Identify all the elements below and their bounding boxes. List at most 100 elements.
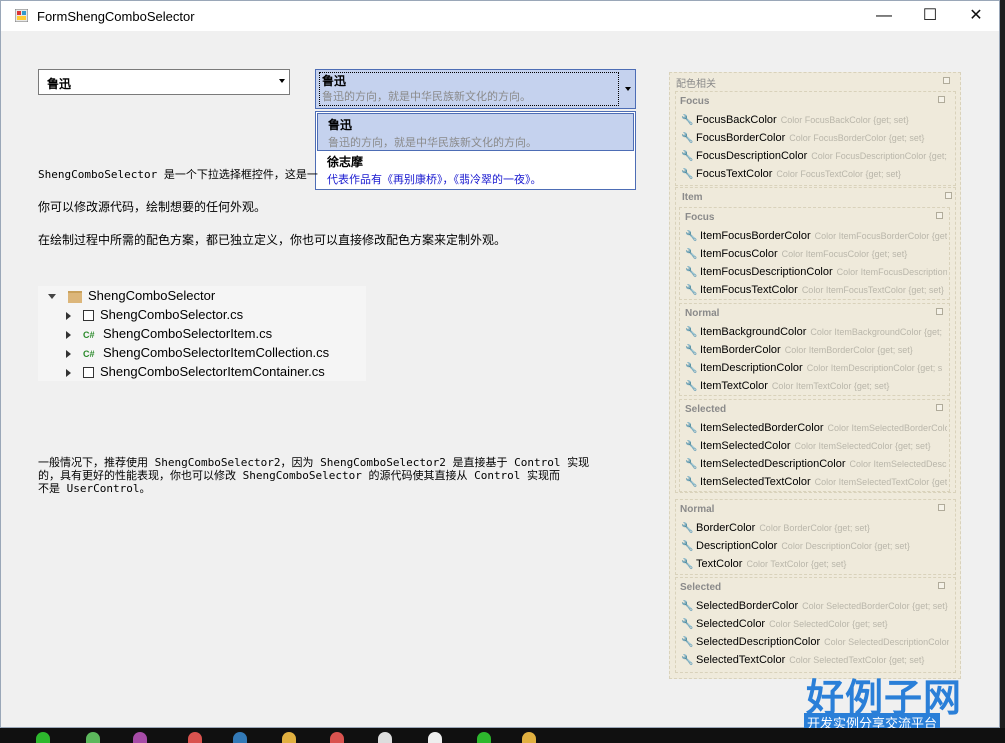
combo-selector-rich[interactable]: 鲁迅 鲁迅的方向，就是中华民族新文化的方向。 <box>315 69 636 109</box>
property-row[interactable]: 🔧 ItemFocusDescriptionColor Color ItemFocu… <box>685 266 947 278</box>
property-name: ItemFocusTextColor <box>700 284 798 296</box>
close-button[interactable]: ✕ <box>953 1 999 31</box>
taskbar-app-icon[interactable] <box>36 732 50 743</box>
collapse-icon[interactable] <box>936 308 943 315</box>
property-description: Color ItemBorderColor {get; set} <box>784 345 913 355</box>
collapse-icon[interactable] <box>936 404 943 411</box>
tree-item[interactable]: C# ShengComboSelectorItem.cs <box>66 326 272 345</box>
property-row[interactable]: 🔧 ItemFocusColor Color ItemFocusColor {get… <box>685 248 947 260</box>
property-row[interactable]: 🔧 SelectedDescriptionColor Color SelectedD… <box>681 636 949 648</box>
title-bar[interactable]: FormShengComboSelector — ☐ ✕ <box>1 1 999 31</box>
property-description: Color ItemFocusTextColor {get; set} <box>801 285 944 295</box>
tree-item[interactable]: ShengComboSelectorItemContainer.cs <box>66 364 325 383</box>
property-row[interactable]: 🔧 FocusBackColor Color FocusBackColor {get… <box>681 114 949 126</box>
tree-root[interactable]: ShengComboSelector <box>48 288 215 307</box>
property-row[interactable]: 🔧 ItemBorderColor Color ItemBorderColor {g… <box>685 344 947 356</box>
collapse-arrow-icon[interactable] <box>66 368 71 377</box>
csharp-icon: C# <box>83 348 95 359</box>
window-title: FormShengComboSelector <box>37 9 195 24</box>
property-row[interactable]: 🔧 ItemFocusBorderColor Color ItemFocusBord… <box>685 230 947 242</box>
collapse-icon[interactable] <box>938 504 945 511</box>
property-description: Color ItemFocusColor {get; set} <box>781 249 908 259</box>
property-name: TextColor <box>696 558 743 570</box>
property-name: BorderColor <box>696 522 756 534</box>
tree-root-label: ShengComboSelector <box>88 288 216 303</box>
taskbar-app-icon[interactable] <box>477 732 491 743</box>
property-name: FocusBackColor <box>696 114 777 126</box>
taskbar-app-icon[interactable] <box>133 732 147 743</box>
tree-item[interactable]: C# ShengComboSelectorItemCollection.cs <box>66 345 329 364</box>
property-row[interactable]: 🔧 SelectedColor Color SelectedColor {get; … <box>681 618 949 630</box>
minimize-button[interactable]: — <box>861 1 907 31</box>
taskbar-app-icon[interactable] <box>522 732 536 743</box>
category-title: Item <box>682 192 703 203</box>
folder-icon <box>68 290 82 303</box>
property-row[interactable]: 🔧 SelectedBorderColor Color SelectedBorder… <box>681 600 949 612</box>
wrench-icon: 🔧 <box>681 655 694 666</box>
color-scheme-text: 在绘制过程中所需的配色方案，都已独立定义，你也可以直接修改配色方案来定制外观。 <box>38 233 507 247</box>
taskbar-app-icon[interactable] <box>330 732 344 743</box>
property-row[interactable]: 🔧 ItemBackgroundColor Color ItemBackground… <box>685 326 947 338</box>
collapse-arrow-icon[interactable] <box>66 349 71 358</box>
property-name: SelectedBorderColor <box>696 600 799 612</box>
property-description: Color ItemSelectedTextColor {get; <box>814 477 947 487</box>
property-name: ItemFocusBorderColor <box>700 230 811 242</box>
property-row[interactable]: 🔧 BorderColor Color BorderColor {get; set} <box>681 522 949 534</box>
collapse-arrow-icon[interactable] <box>66 330 71 339</box>
collapse-icon[interactable] <box>938 582 945 589</box>
combo-title: 鲁迅 <box>322 74 347 88</box>
property-row[interactable]: 🔧 ItemTextColor Color ItemTextColor {get; … <box>685 380 947 392</box>
taskbar-app-icon[interactable] <box>86 732 100 743</box>
collapse-arrow-icon[interactable] <box>66 311 71 320</box>
property-row[interactable]: 🔧 ItemSelectedBorderColor Color ItemSelect… <box>685 422 947 434</box>
component-icon <box>83 367 94 379</box>
property-row[interactable]: 🔧 TextColor Color TextColor {get; set} <box>681 558 949 570</box>
taskbar-app-icon[interactable] <box>233 732 247 743</box>
chevron-down-icon[interactable] <box>279 79 285 83</box>
taskbar-app-icon[interactable] <box>282 732 296 743</box>
intro-text: ShengComboSelector 是一个下拉选择框控件，这是一 <box>38 168 318 181</box>
expand-arrow-icon[interactable] <box>48 294 56 300</box>
tree-item[interactable]: ShengComboSelector.cs <box>66 307 243 326</box>
collapse-icon[interactable] <box>943 77 950 84</box>
category-title: Selected <box>685 404 727 415</box>
property-row[interactable]: 🔧 SelectedTextColor Color SelectedTextColo… <box>681 654 949 666</box>
property-row[interactable]: 🔧 FocusTextColor Color FocusTextColor {get… <box>681 168 949 180</box>
tree-item-label: ShengComboSelectorItem.cs <box>103 326 273 341</box>
property-row[interactable]: 🔧 ItemSelectedTextColor Color ItemSelected… <box>685 476 947 488</box>
tree-item-label: ShengComboSelectorItemContainer.cs <box>100 364 325 379</box>
collapse-icon[interactable] <box>938 96 945 103</box>
wrench-icon: 🔧 <box>681 133 694 144</box>
taskbar-app-icon[interactable] <box>428 732 442 743</box>
collapse-icon[interactable] <box>945 192 952 199</box>
wrench-icon: 🔧 <box>685 459 698 470</box>
wrench-icon: 🔧 <box>685 345 698 356</box>
property-description: Color ItemSelectedDescri <box>849 459 947 469</box>
dropdown-item-description: 鲁迅的方向，就是中华民族新文化的方向。 <box>328 137 537 149</box>
property-row[interactable]: 🔧 ItemFocusTextColor Color ItemFocusTextCo… <box>685 284 947 296</box>
taskbar-app-icon[interactable] <box>188 732 202 743</box>
combo-selector-simple[interactable]: 鲁迅 <box>38 69 290 95</box>
property-description: Color TextColor {get; set} <box>746 559 847 569</box>
dropdown-item[interactable]: 徐志摩 代表作品有《再别康桥》，《翡冷翠的一夜》。 <box>317 151 634 189</box>
property-name: SelectedDescriptionColor <box>696 636 821 648</box>
property-name: ItemBackgroundColor <box>700 326 807 338</box>
property-row[interactable]: 🔧 FocusDescriptionColor Color FocusDescrip… <box>681 150 949 162</box>
combo-value: 鲁迅 <box>47 77 72 91</box>
property-description: Color ItemBackgroundColor {get; <box>810 327 942 337</box>
property-name: ItemSelectedTextColor <box>700 476 811 488</box>
property-name: ItemTextColor <box>700 380 768 392</box>
dropdown-item-description: 代表作品有《再别康桥》，《翡冷翠的一夜》。 <box>327 174 542 186</box>
chevron-down-icon[interactable] <box>625 87 631 91</box>
collapse-icon[interactable] <box>936 212 943 219</box>
dropdown-item[interactable]: 鲁迅 鲁迅的方向，就是中华民族新文化的方向。 <box>317 113 634 151</box>
property-row[interactable]: 🔧 ItemDescriptionColor Color ItemDescripti… <box>685 362 947 374</box>
property-row[interactable]: 🔧 ItemSelectedDescriptionColor Color ItemS… <box>685 458 947 470</box>
property-row[interactable]: 🔧 DescriptionColor Color DescriptionColor … <box>681 540 949 552</box>
solution-tree: ShengComboSelector ShengComboSelector.cs… <box>38 286 366 381</box>
maximize-button[interactable]: ☐ <box>907 1 953 31</box>
taskbar-app-icon[interactable] <box>378 732 392 743</box>
property-description: Color SelectedBorderColor {get; set} <box>802 601 948 611</box>
property-row[interactable]: 🔧 ItemSelectedColor Color ItemSelectedColo… <box>685 440 947 452</box>
property-row[interactable]: 🔧 FocusBorderColor Color FocusBorderColor … <box>681 132 949 144</box>
